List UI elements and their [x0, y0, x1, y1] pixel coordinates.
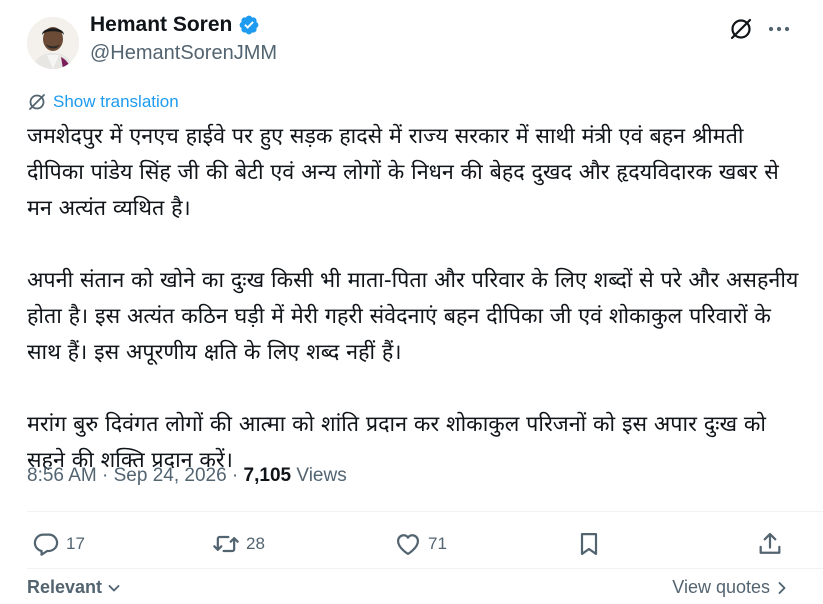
bookmark-icon — [580, 532, 598, 556]
meta-separator: · — [96, 465, 114, 486]
views-label: Views — [291, 465, 347, 486]
heart-icon — [396, 534, 420, 556]
view-quotes-label: View quotes — [672, 577, 770, 597]
tweet-time[interactable]: 8:56 AM — [27, 465, 97, 487]
sort-replies-dropdown[interactable]: Relevant — [27, 577, 122, 598]
reply-icon — [33, 533, 59, 556]
tweet-paragraph: जमशेदपुर में एनएच हाईवे पर हुए सड़क हादस… — [27, 124, 779, 221]
share-icon — [759, 532, 781, 554]
share-button[interactable] — [756, 530, 784, 558]
grok-icon[interactable] — [728, 16, 754, 42]
author-name-row: Hemant Soren — [90, 13, 260, 37]
more-options-icon[interactable] — [766, 16, 792, 42]
avatar[interactable] — [27, 17, 79, 69]
repost-button[interactable]: 28 — [212, 530, 265, 558]
tweet-date[interactable]: Sep 24, 2026 — [114, 465, 227, 487]
avatar-image — [27, 17, 79, 69]
divider — [27, 568, 823, 569]
view-quotes-link[interactable]: View quotes — [672, 577, 788, 598]
meta-separator: · — [226, 465, 244, 486]
divider — [27, 511, 823, 512]
bookmark-button[interactable] — [575, 530, 603, 558]
views-count: 7,105 — [243, 465, 292, 486]
tweet-paragraph: अपनी संतान को खोने का दुःख किसी भी माता-… — [27, 268, 799, 365]
author-handle[interactable]: @HemantSorenJMM — [90, 42, 277, 65]
like-button[interactable]: 71 — [394, 530, 447, 558]
reply-count: 17 — [66, 534, 85, 553]
repost-count: 28 — [246, 534, 265, 553]
tweet-text: जमशेदपुर में एनएच हाईवे पर हुए सड़क हादस… — [27, 119, 807, 479]
action-bar: 17 28 71 — [0, 530, 823, 562]
chevron-right-icon — [778, 581, 786, 594]
translate-icon — [29, 94, 45, 110]
tweet-card: Hemant Soren @HemantSorenJMM Show transl… — [0, 0, 823, 604]
verified-badge-icon[interactable] — [238, 14, 260, 36]
repost-icon — [213, 535, 239, 553]
show-translation-link[interactable]: Show translation — [27, 92, 179, 112]
author-display-name[interactable]: Hemant Soren — [90, 13, 232, 37]
reply-button[interactable]: 17 — [32, 530, 85, 558]
like-count: 71 — [428, 534, 447, 553]
tweet-meta: 8:56 AM · Sep 24, 2026 · 7,105 Views — [27, 465, 347, 487]
show-translation-label: Show translation — [53, 92, 179, 111]
chevron-down-icon — [108, 584, 120, 591]
sort-label: Relevant — [27, 577, 103, 597]
